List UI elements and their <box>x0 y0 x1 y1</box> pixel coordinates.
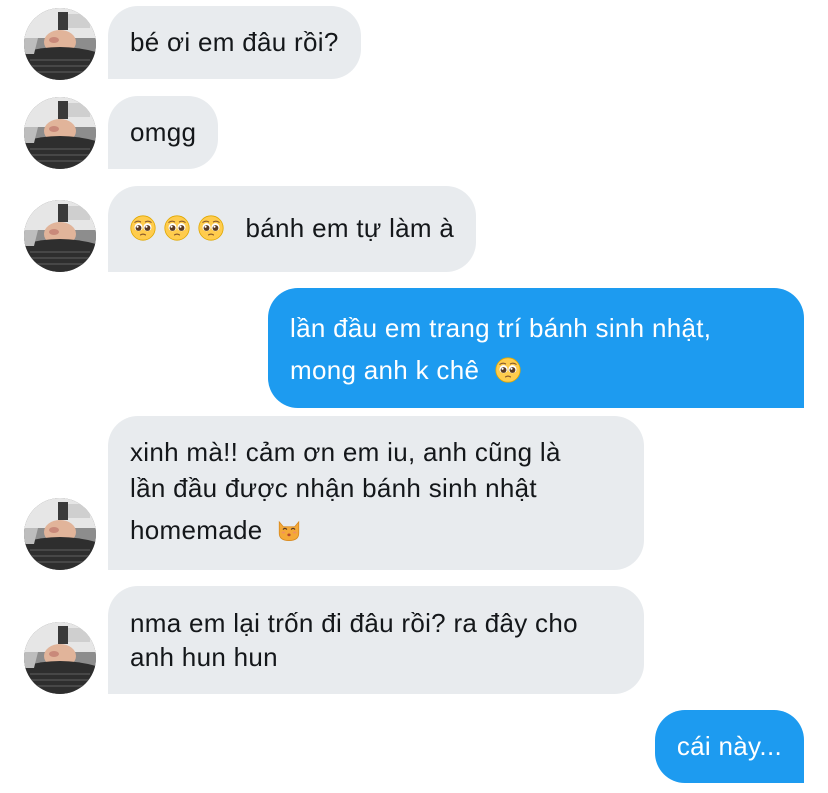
profile-photo <box>24 622 96 694</box>
message-bubble-incoming[interactable]: bé ơi em đâu rồi? <box>108 6 361 79</box>
avatar[interactable] <box>24 622 96 694</box>
message-text-line: homemade <box>130 515 263 545</box>
profile-photo <box>24 200 96 272</box>
pleading-face-icon <box>495 357 521 383</box>
avatar[interactable] <box>24 200 96 272</box>
profile-photo <box>24 498 96 570</box>
avatar[interactable] <box>24 8 96 80</box>
message-text: bánh em tự làm à <box>245 213 455 243</box>
pleading-face-icon <box>164 215 190 241</box>
message-bubble-incoming[interactable]: omgg <box>108 96 219 169</box>
message-text-line: xinh mà!! cảm ơn em iu, anh cũng là <box>130 437 561 467</box>
avatar[interactable] <box>24 498 96 570</box>
message-text-line: lần đầu em trang trí bánh sinh nhật, <box>290 313 712 343</box>
message-text: omgg <box>130 117 197 147</box>
conversation-view: bé ơi em đâu rồi? omgg bánh em tự làm à … <box>0 0 828 793</box>
kissing-cat-face-icon <box>276 517 302 543</box>
profile-photo <box>24 97 96 169</box>
message-bubble-outgoing[interactable]: lần đầu em trang trí bánh sinh nhật, mon… <box>268 288 804 408</box>
message-text: cái này... <box>676 731 782 761</box>
message-text-line: lần đầu được nhận bánh sinh nhật <box>130 473 537 503</box>
profile-photo <box>24 8 96 80</box>
message-bubble-outgoing[interactable]: cái này... <box>654 710 804 783</box>
message-bubble-incoming[interactable]: nma em lại trốn đi đâu rồi? ra đây cho a… <box>108 586 644 694</box>
pleading-face-icon <box>198 215 224 241</box>
avatar[interactable] <box>24 97 96 169</box>
message-text-line: mong anh k chê <box>290 355 480 385</box>
message-bubble-incoming[interactable]: xinh mà!! cảm ơn em iu, anh cũng là lần … <box>108 416 644 570</box>
pleading-face-icon <box>130 215 156 241</box>
message-text-line: anh hun hun <box>130 642 278 672</box>
message-text-line: nma em lại trốn đi đâu rồi? ra đây cho <box>130 608 578 638</box>
message-bubble-incoming[interactable]: bánh em tự làm à <box>108 186 477 272</box>
message-text: bé ơi em đâu rồi? <box>130 27 339 57</box>
